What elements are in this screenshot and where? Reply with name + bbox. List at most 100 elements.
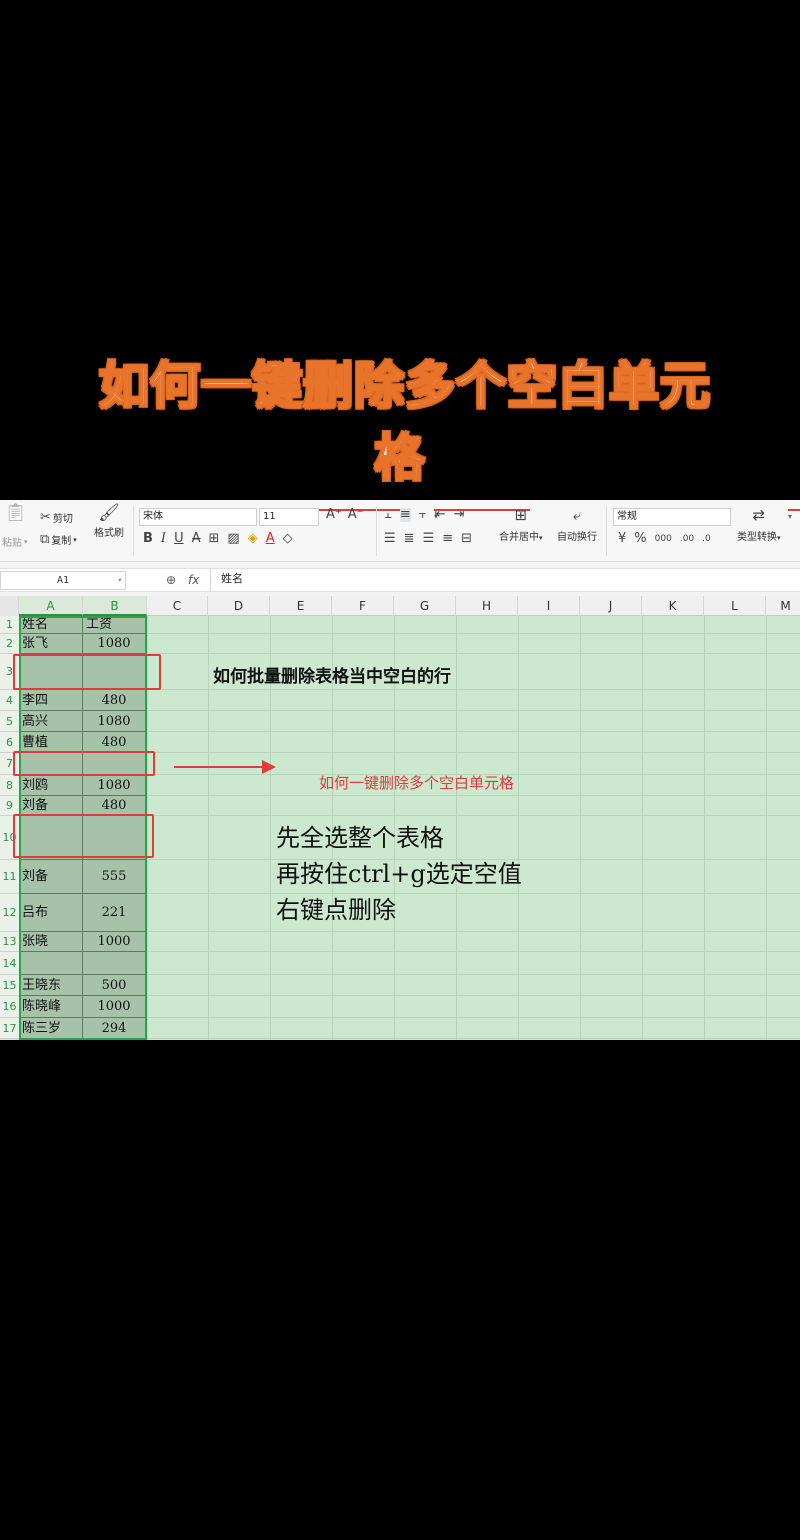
- cell-a2[interactable]: 张飞: [19, 634, 83, 654]
- font-name-select[interactable]: 宋体▾: [139, 508, 410, 526]
- copy-button[interactable]: ⧉ 复制 ▾: [40, 532, 77, 547]
- row-header-4[interactable]: 4: [0, 690, 19, 711]
- decrease-font-icon[interactable]: A⁻: [348, 508, 364, 522]
- align-center-icon[interactable]: ≣: [404, 532, 415, 546]
- cell-a13[interactable]: 张晓: [19, 932, 83, 952]
- underline-icon[interactable]: U: [174, 532, 184, 546]
- align-right-icon[interactable]: ☰: [423, 532, 435, 546]
- align-left-icon[interactable]: ☰: [384, 532, 396, 546]
- row-header-11[interactable]: 11: [0, 860, 19, 894]
- cell-b12[interactable]: 221: [83, 894, 146, 932]
- row-header-6[interactable]: 6: [0, 732, 19, 753]
- row-header-12[interactable]: 12: [0, 894, 19, 932]
- align-middle-icon[interactable]: ≡: [399, 508, 411, 522]
- align-bottom-icon[interactable]: ⫟: [419, 508, 427, 522]
- font-size-select[interactable]: 11 ▾: [259, 508, 530, 526]
- bold-icon[interactable]: B: [143, 532, 153, 546]
- thousands-icon[interactable]: 000: [655, 532, 672, 546]
- select-all-corner[interactable]: [0, 596, 19, 616]
- column-header-j[interactable]: J: [580, 596, 642, 616]
- number-format-select[interactable]: 常规 ▾: [613, 508, 800, 526]
- column-header-i[interactable]: I: [518, 596, 580, 616]
- merge-center-button[interactable]: ⊞ 合并居中▾: [499, 508, 543, 544]
- cell-b11[interactable]: 555: [83, 860, 146, 894]
- cell-b17[interactable]: 294: [83, 1018, 146, 1039]
- column-header-c[interactable]: C: [147, 596, 208, 616]
- column-header-g[interactable]: G: [394, 596, 456, 616]
- column-header-h[interactable]: H: [456, 596, 518, 616]
- cell-b5[interactable]: 1080: [83, 711, 146, 732]
- strikethrough-icon[interactable]: A̶: [192, 532, 201, 546]
- fill-color-icon[interactable]: ◈: [248, 532, 258, 546]
- cell-a6[interactable]: 曹植: [19, 732, 83, 753]
- cell-b16[interactable]: 1000: [83, 996, 146, 1018]
- row-header-5[interactable]: 5: [0, 711, 19, 732]
- cell-a1[interactable]: 姓名: [19, 616, 83, 634]
- italic-icon[interactable]: I: [161, 532, 166, 546]
- cell-b2[interactable]: 1080: [83, 634, 146, 654]
- indent-increase-icon[interactable]: ⇥: [454, 508, 465, 522]
- column-header-m[interactable]: M: [766, 596, 800, 616]
- cell-a8[interactable]: 刘鸥: [19, 775, 83, 796]
- row-header-8[interactable]: 8: [0, 775, 19, 796]
- cell-a9[interactable]: 刘备: [19, 796, 83, 816]
- cell-b14[interactable]: [83, 952, 146, 975]
- cell-a11[interactable]: 刘备: [19, 860, 83, 894]
- column-header-e[interactable]: E: [270, 596, 332, 616]
- row-header-14[interactable]: 14: [0, 952, 19, 975]
- justify-icon[interactable]: ≡: [442, 532, 453, 546]
- cut-button[interactable]: ✂ 剪切: [40, 510, 73, 525]
- zoom-icon[interactable]: ⊕: [166, 573, 176, 587]
- cell-b1[interactable]: 工资: [83, 616, 146, 634]
- row-header-13[interactable]: 13: [0, 932, 19, 952]
- decrease-decimal-icon[interactable]: .0: [702, 532, 711, 546]
- row-header-9[interactable]: 9: [0, 796, 19, 816]
- format-painter-button[interactable]: 🖌︎ 格式刷: [94, 503, 124, 540]
- increase-decimal-icon[interactable]: .00: [680, 532, 694, 546]
- wrap-text-button[interactable]: ⤶ 自动换行: [557, 508, 597, 544]
- brush-icon: 🖌︎: [98, 503, 120, 523]
- formula-input[interactable]: 姓名: [210, 569, 800, 591]
- column-header-d[interactable]: D: [208, 596, 270, 616]
- cell-a17[interactable]: 陈三岁: [19, 1018, 83, 1039]
- paste-button[interactable]: 📋︎: [4, 504, 27, 522]
- cell-a12[interactable]: 吕布: [19, 894, 83, 932]
- column-header-f[interactable]: F: [332, 596, 394, 616]
- row-header-17[interactable]: 17: [0, 1018, 19, 1039]
- cell-a14[interactable]: [19, 952, 83, 975]
- cell-a16[interactable]: 陈晓峰: [19, 996, 83, 1018]
- name-box[interactable]: A1 ▾: [0, 571, 126, 590]
- row-header-2[interactable]: 2: [0, 634, 19, 654]
- fx-icon[interactable]: fx: [188, 573, 199, 587]
- type-convert-button[interactable]: ⇄ 类型转换▾: [737, 508, 781, 544]
- row-header-1[interactable]: 1: [0, 616, 19, 634]
- align-top-icon[interactable]: ⫠: [384, 508, 392, 522]
- currency-icon[interactable]: ¥: [618, 532, 626, 546]
- cell-b9[interactable]: 480: [83, 796, 146, 816]
- column-header-l[interactable]: L: [704, 596, 766, 616]
- fill-pattern-icon[interactable]: ▨: [227, 532, 239, 546]
- border-icon[interactable]: ⊞: [208, 532, 219, 546]
- column-header-b[interactable]: B: [83, 596, 147, 616]
- chevron-down-icon: ▾: [788, 509, 800, 521]
- cell-a4[interactable]: 李四: [19, 690, 83, 711]
- font-color-icon[interactable]: A: [266, 532, 275, 546]
- column-header-a[interactable]: A: [19, 596, 83, 616]
- cell-b6[interactable]: 480: [83, 732, 146, 753]
- row-header-16[interactable]: 16: [0, 996, 19, 1018]
- percent-icon[interactable]: %: [634, 532, 646, 546]
- increase-font-icon[interactable]: A⁺: [326, 508, 342, 522]
- cell-b4[interactable]: 480: [83, 690, 146, 711]
- indent-decrease-icon[interactable]: ⇤: [435, 508, 446, 522]
- cell-b8[interactable]: 1080: [83, 775, 146, 796]
- paste-label-button[interactable]: 粘贴 ▾: [2, 534, 28, 550]
- cell-b13[interactable]: 1000: [83, 932, 146, 952]
- eraser-icon[interactable]: ◇: [283, 532, 293, 546]
- distributed-icon[interactable]: ⊟: [461, 532, 472, 546]
- cell-b15[interactable]: 500: [83, 975, 146, 996]
- column-header-k[interactable]: K: [642, 596, 704, 616]
- row-header-15[interactable]: 15: [0, 975, 19, 996]
- cell-a15[interactable]: 王晓东: [19, 975, 83, 996]
- worksheet-grid[interactable]: ABCDEFGHIJKLM 1 姓名 工资 2 张飞 1080 3 4 李四 480 5 高兴 1080…: [0, 596, 800, 1040]
- cell-a5[interactable]: 高兴: [19, 711, 83, 732]
